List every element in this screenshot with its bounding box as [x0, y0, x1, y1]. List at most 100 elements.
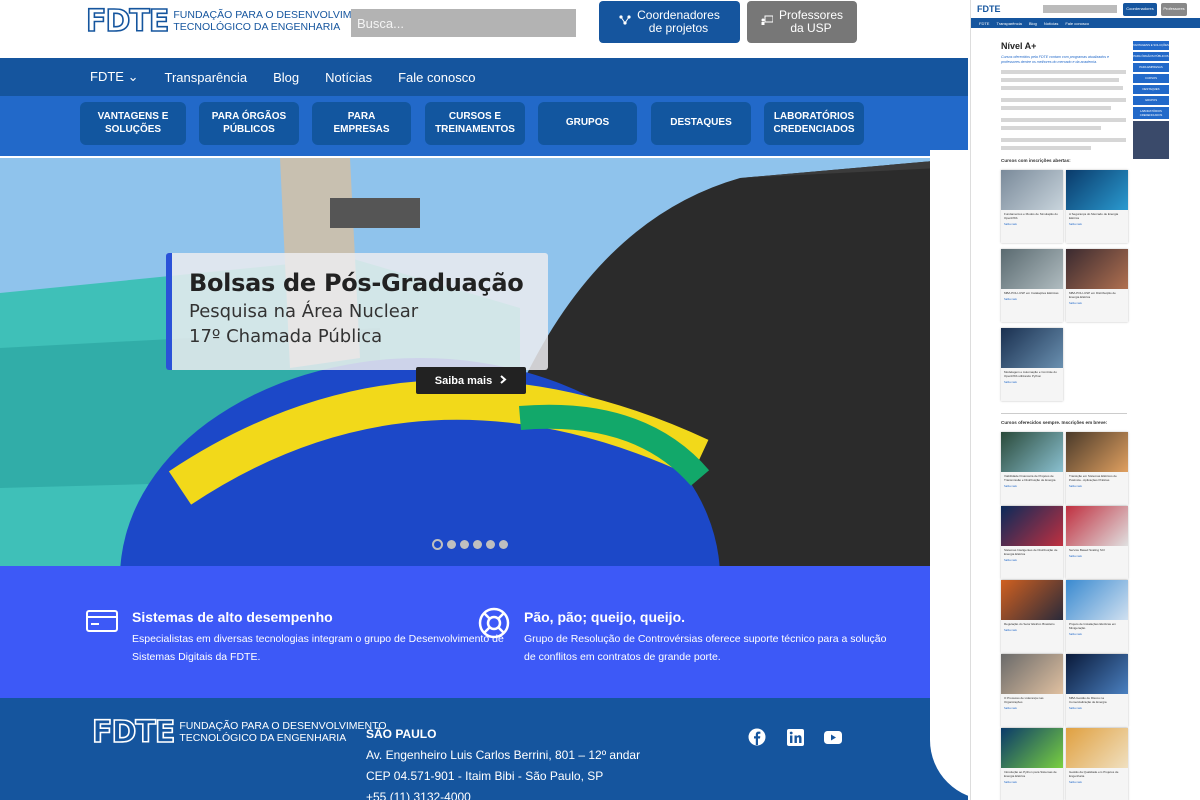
preview-paragraph-line	[1001, 146, 1091, 150]
course-link: Saiba mais	[1069, 706, 1082, 710]
preview-paragraph-line	[1001, 118, 1126, 122]
hero-tagline: 17º Chamada Pública	[189, 326, 383, 347]
logo-tagline-line-2: TECNOLÓGICO DA ENGENHARIA	[173, 21, 341, 33]
course-title: Service Based Scaling SCI	[1069, 548, 1105, 552]
course-title: Projeto de Instalações Elétricas em Mini…	[1069, 622, 1117, 630]
course-card[interactable]: Service Based Scaling SCI Saiba mais	[1066, 506, 1128, 579]
logo-tagline: FUNDAÇÃO PARA O DESENVOLVIMENTO TECNOLÓG…	[179, 720, 386, 745]
course-title: MBA POLI-USP em Distribuição de Energia …	[1069, 291, 1116, 299]
saiba-mais-button[interactable]: Saiba mais	[416, 367, 526, 394]
course-link: Saiba mais	[1069, 632, 1082, 636]
nav-item-transparencia[interactable]: Transparência	[164, 70, 247, 85]
feature-title: Pão, pão; queijo, queijo.	[524, 609, 686, 625]
category-label: PARA ÓRGÃOS	[211, 111, 287, 122]
nav-item-blog[interactable]: Blog	[273, 70, 299, 85]
hero-title: Bolsas de Pós-Graduação	[189, 269, 524, 297]
features-band: Sistemas de alto desempenho Especialista…	[0, 566, 968, 698]
nav-item-noticias[interactable]: Notícias	[325, 70, 372, 85]
course-link: Saiba mais	[1004, 558, 1017, 562]
course-title: MBA Gestão de Riscos na Comercialização …	[1069, 696, 1107, 704]
footer: FDTE FUNDAÇÃO PARA O DESENVOLVIMENTO TEC…	[0, 698, 968, 800]
category-vantagens[interactable]: VANTAGENS E SOLUÇÕES	[80, 102, 186, 145]
preview-nav-item: FDTE	[979, 20, 990, 26]
slider-dot[interactable]	[447, 540, 456, 549]
preview-search	[1043, 5, 1117, 13]
preview-menu-item: CURSOS	[1133, 74, 1169, 83]
course-card[interactable]: Viabilidade Financeira de Projetos de Tr…	[1001, 432, 1063, 505]
course-title: Modelagem e Automação e Controle do Open…	[1004, 370, 1057, 378]
preview-header: FDTE Coordenadores Professores	[971, 0, 1200, 18]
coordinators-button[interactable]: Coordenadores de projetos	[599, 1, 740, 43]
category-label: PARA	[347, 111, 376, 122]
nav-item-fale-conosco[interactable]: Fale conosco	[398, 70, 475, 85]
search-input[interactable]	[351, 9, 576, 37]
feature-description-line-1: Grupo de Resolução de Controvérsias ofer…	[524, 633, 887, 645]
preview-paragraph-line	[1001, 78, 1119, 82]
network-icon	[619, 15, 631, 28]
course-card[interactable]: A Segurança do Mercado de Energia Elétri…	[1066, 170, 1128, 243]
hero-slider[interactable]: Bolsas de Pós-Graduação Pesquisa na Área…	[0, 158, 968, 566]
slider-dot[interactable]	[473, 540, 482, 549]
nav-item-fdte-label: FDTE	[90, 69, 124, 84]
slider-dot[interactable]	[432, 539, 443, 550]
category-label: EMPRESAS	[333, 123, 390, 135]
category-laboratorios[interactable]: LABORATÓRIOS CREDENCIADOS	[764, 102, 864, 145]
preview-page-title: Nível A+	[1001, 41, 1037, 51]
course-card[interactable]: MBA Gestão de Riscos na Comercialização …	[1066, 654, 1128, 727]
nav-item-fdte[interactable]: FDTE ⌄	[90, 69, 138, 85]
course-card[interactable]: Projeto de Instalações Elétricas em Mini…	[1066, 580, 1128, 653]
main-nav: FDTE ⌄ Transparência Blog Notícias Fale …	[0, 58, 968, 96]
facebook-icon[interactable]	[748, 728, 766, 746]
course-card[interactable]: MBA POLI-USP em Distribuição de Energia …	[1066, 249, 1128, 322]
category-label: VANTAGENS E	[97, 111, 169, 122]
preview-logo: FDTE	[977, 4, 1001, 14]
linkedin-icon[interactable]	[786, 728, 804, 746]
slider-dot[interactable]	[486, 540, 495, 549]
fdte-logo[interactable]: FDTE FUNDAÇÃO PARA O DESENVOLVIMENTO TEC…	[85, 4, 380, 39]
preview-professors-button: Professores	[1161, 3, 1187, 16]
category-destaques[interactable]: DESTAQUES	[651, 102, 751, 145]
category-orgaos-publicos[interactable]: PARA ÓRGÃOS PÚBLICOS	[199, 102, 299, 145]
preview-intro: Cursos oferecidos pela FDTE contam com p…	[1001, 55, 1110, 64]
course-title: Fundamentos e Modos de Simulação do Open…	[1004, 212, 1058, 220]
feature-description-line-1: Especialistas em diversas tecnologias in…	[132, 633, 504, 645]
category-label: LABORATÓRIOS	[773, 111, 855, 122]
course-title: Introdução ao Python para Sistemas de En…	[1004, 770, 1057, 778]
course-card[interactable]: Introdução ao Python para Sistemas de En…	[1001, 728, 1063, 800]
category-cursos[interactable]: CURSOS E TREINAMENTOS	[425, 102, 525, 145]
feature-pao-queijo: Pão, pão; queijo, queijo. Grupo de Resol…	[478, 607, 887, 667]
logo-mark: FDTE	[85, 4, 170, 39]
course-card[interactable]: Gestão da Qualidade em Projetos de Engen…	[1066, 728, 1128, 800]
footer-logo[interactable]: FDTE FUNDAÇÃO PARA O DESENVOLVIMENTO TEC…	[91, 715, 386, 750]
header: FDTE FUNDAÇÃO PARA O DESENVOLVIMENTO TEC…	[0, 0, 968, 58]
course-title: Regulação do Setor Elétrico Brasileiro	[1004, 622, 1055, 626]
category-grupos[interactable]: GRUPOS	[538, 102, 637, 145]
logo-tagline-line-2: TECNOLÓGICO DA ENGENHARIA	[179, 732, 347, 744]
course-card[interactable]: Sistemas Inteligentes de Distribuição de…	[1001, 506, 1063, 579]
category-empresas[interactable]: PARA EMPRESAS	[312, 102, 411, 145]
course-card[interactable]: Transição em Sistemas Elétricos de Potên…	[1066, 432, 1128, 505]
full-page-preview: FDTE Coordenadores Professores FDTE Tran…	[970, 0, 1200, 800]
course-card[interactable]: O Processo de Liderança nas Organizações…	[1001, 654, 1063, 727]
hero-subtitle: Pesquisa na Área Nuclear	[189, 301, 419, 322]
chevron-down-icon: ⌄	[127, 69, 139, 84]
slider-dot[interactable]	[460, 540, 469, 549]
professors-button[interactable]: Professores da USP	[747, 1, 857, 43]
coordinators-label-line-2: de projetos	[648, 21, 709, 35]
preview-paragraph-line	[1001, 138, 1126, 142]
logo-mark: FDTE	[91, 715, 176, 750]
footer-city: SÃO PAULO	[366, 727, 437, 741]
feature-title: Sistemas de alto desempenho	[132, 609, 333, 625]
course-card[interactable]: Modelagem e Automação e Controle do Open…	[1001, 328, 1063, 401]
course-title: MBA POLI-USP em Instalações Elétricas	[1004, 291, 1059, 295]
slider-dot[interactable]	[499, 540, 508, 549]
coordinators-label: Coordenadores de projetos	[637, 8, 720, 35]
course-link: Saiba mais	[1069, 222, 1082, 226]
slider-dots	[432, 539, 508, 550]
course-card[interactable]: Regulação do Setor Elétrico Brasileiro Sa…	[1001, 580, 1063, 653]
youtube-icon[interactable]	[824, 728, 842, 746]
preview-paragraph-line	[1001, 86, 1123, 90]
course-link: Saiba mais	[1004, 484, 1017, 488]
course-card[interactable]: Fundamentos e Modos de Simulação do Open…	[1001, 170, 1063, 243]
course-card[interactable]: MBA POLI-USP em Instalações Elétricas Sai…	[1001, 249, 1063, 322]
